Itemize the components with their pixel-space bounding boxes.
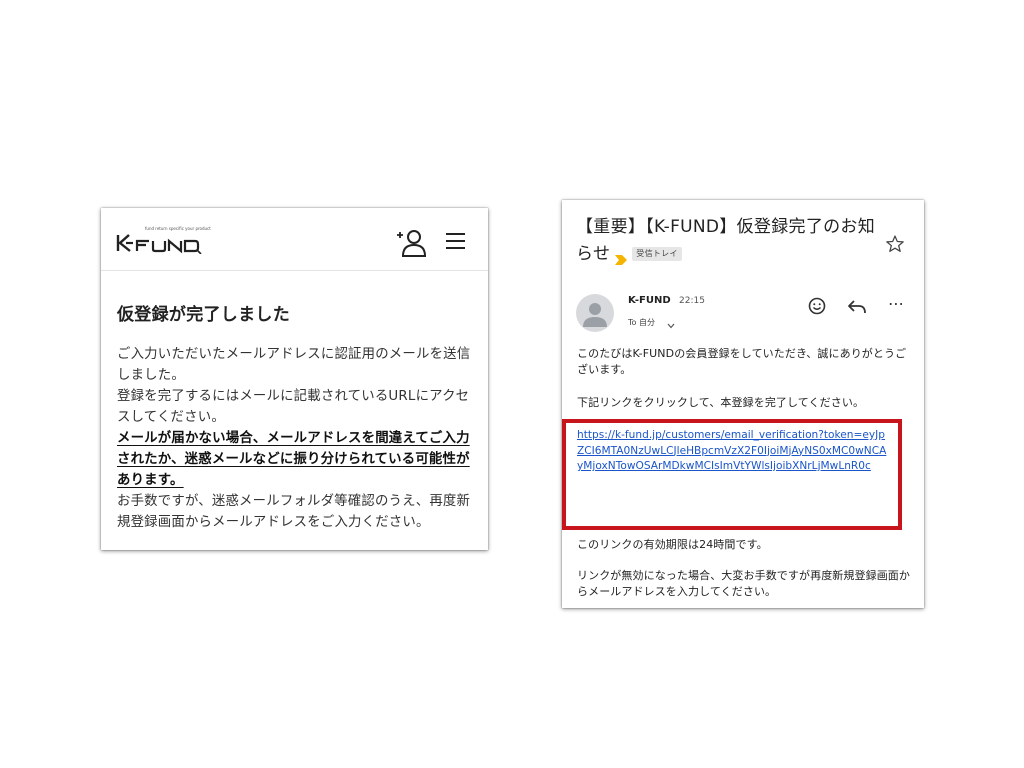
site-header: fund return specific your product <box>101 208 488 271</box>
sent-time: 22:15 <box>679 296 705 306</box>
chevron-down-icon[interactable] <box>666 316 676 329</box>
sender-name: K-FUND <box>628 295 671 306</box>
emoji-icon[interactable] <box>808 297 826 315</box>
registration-message: 仮登録が完了しました ご入力いただいたメールアドレスに認証用のメールを送信しまし… <box>117 300 472 533</box>
warning-text: メールが届かない場合、メールアドレスを間違えてご入力されたか、迷惑メールなどに振… <box>117 431 470 488</box>
logo-tagline: fund return specific your product <box>145 226 211 231</box>
more-icon[interactable]: ⋯ <box>888 296 908 312</box>
logo-wordmark-icon <box>116 234 202 254</box>
hamburger-menu-icon[interactable] <box>446 233 466 251</box>
label-arrow-icon <box>614 248 628 265</box>
recipient-text[interactable]: To 自分 <box>628 317 655 328</box>
k-fund-logo[interactable]: fund return specific your product <box>116 226 211 256</box>
verification-link[interactable]: https://k-fund.jp/customers/email_verifi… <box>577 428 887 475</box>
registration-complete-screen: fund return specific your product 仮登録が完了… <box>101 208 488 550</box>
closing-text: お手数ですが、迷惑メールフォルダ等確認のうえ、再度新規登録画面からメールアドレス… <box>117 494 471 530</box>
sender-avatar[interactable] <box>576 294 614 332</box>
star-icon[interactable] <box>885 234 905 254</box>
email-view: 【重要】【K-FUND】仮登録完了のお知らせ 受信トレイ K-FUND 22:15… <box>562 200 924 608</box>
email-body-instruction: 下記リンクをクリックして、本登録を完了してください。 <box>577 396 865 409</box>
inbox-label-badge[interactable]: 受信トレイ <box>632 247 682 261</box>
reply-icon[interactable] <box>847 298 867 316</box>
email-validity-text: このリンクの有効期限は24時間です。 <box>577 538 768 551</box>
email-invalid-notice: リンクが無効になった場合、大変お手数ですが再度新規登録画面からメールアドレスを入… <box>577 569 910 598</box>
email-subject: 【重要】【K-FUND】仮登録完了のお知らせ 受信トレイ <box>576 214 876 268</box>
sent-notice-text: ご入力いただいたメールアドレスに認証用のメールを送信しました。 <box>117 347 471 383</box>
email-body-intro: このたびはK-FUNDの会員登録をしていただき、誠にありがとうございます。 <box>577 347 907 376</box>
page-title: 仮登録が完了しました <box>117 305 290 325</box>
access-instruction-text: 登録を完了するにはメールに記載されているURLにアクセスしてください。 <box>117 389 470 425</box>
stage: fund return specific your product 仮登録が完了… <box>0 0 1024 768</box>
user-add-icon[interactable] <box>396 229 428 257</box>
